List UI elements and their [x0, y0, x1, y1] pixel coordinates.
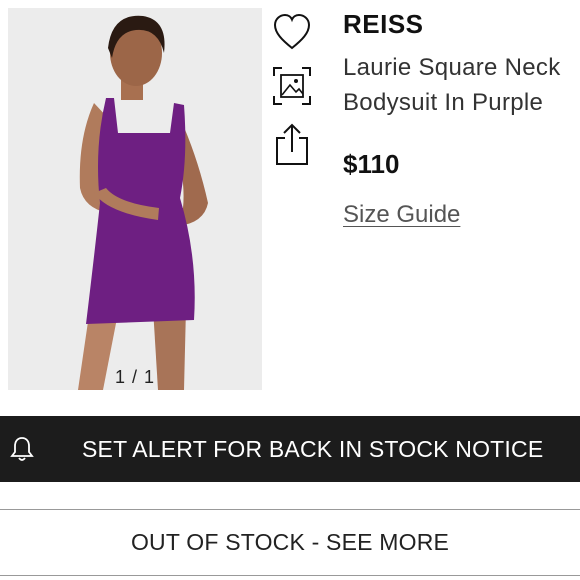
find-similar-button[interactable]: [268, 62, 316, 110]
out-of-stock-label: OUT OF STOCK - SEE MORE: [130, 529, 450, 555]
product-title: Laurie Square Neck Bodysuit In Purple: [343, 54, 561, 116]
image-search-icon: [273, 67, 311, 105]
size-guide-link[interactable]: Size Guide: [343, 201, 460, 229]
alert-label: SET ALERT FOR BACK IN STOCK NOTICE: [82, 436, 544, 462]
share-button[interactable]: [268, 120, 316, 168]
share-icon: [276, 123, 308, 165]
brand-name[interactable]: REISS: [343, 9, 424, 40]
out-of-stock-button[interactable]: OUT OF STOCK - SEE MORE: [0, 509, 580, 576]
model-illustration: [8, 8, 262, 390]
heart-icon: [273, 13, 311, 50]
product-price: $110: [343, 149, 400, 179]
like-button[interactable]: [268, 8, 316, 56]
back-in-stock-alert-button[interactable]: SET ALERT FOR BACK IN STOCK NOTICE: [0, 416, 580, 482]
image-counter: 1 / 1: [114, 367, 156, 387]
product-image[interactable]: 1 / 1: [8, 8, 262, 390]
bell-icon: [10, 437, 34, 461]
